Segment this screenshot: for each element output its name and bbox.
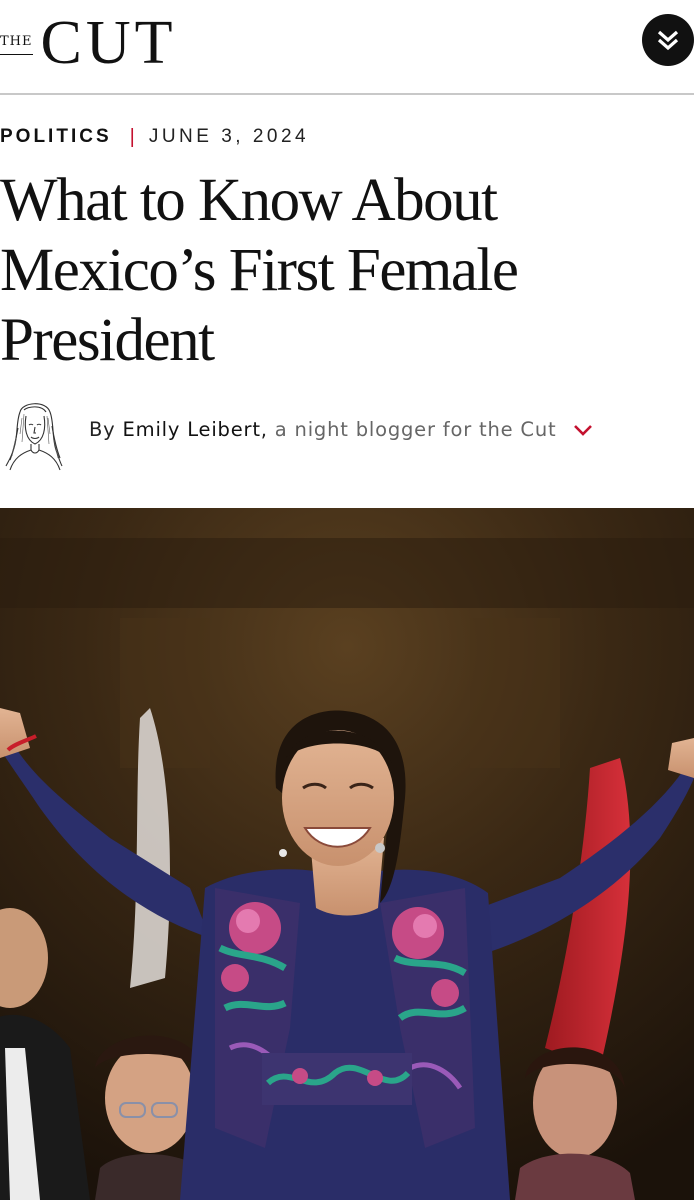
author-role: a night blogger for the Cut — [267, 418, 557, 441]
byline-comma: , — [260, 418, 268, 441]
article-kicker: POLITICS | JUNE 3, 2024 — [0, 124, 309, 150]
header-divider — [0, 93, 694, 95]
chevron-down-icon — [574, 425, 593, 436]
author-name-link[interactable]: Emily Leibert — [123, 418, 261, 441]
byline-prefix: By — [89, 418, 123, 441]
kicker-separator: | — [129, 125, 135, 148]
publish-date: JUNE 3, 2024 — [148, 126, 310, 147]
logo-the-text: THE — [0, 33, 33, 55]
site-header: THE CUT — [0, 0, 694, 95]
article-headline: What to Know About Mexico’s First Female… — [0, 167, 519, 374]
logo-cut-text: CUT — [40, 9, 177, 77]
menu-button[interactable] — [642, 14, 694, 66]
author-avatar — [2, 398, 68, 472]
the-cut-logo[interactable]: THE CUT — [0, 8, 177, 78]
byline-expand-button[interactable] — [573, 419, 593, 442]
double-chevron-down-icon — [657, 30, 679, 51]
lead-photo — [0, 508, 694, 1200]
byline: By Emily Leibert, a night blogger for th… — [89, 418, 593, 442]
section-link[interactable]: POLITICS — [0, 126, 112, 148]
